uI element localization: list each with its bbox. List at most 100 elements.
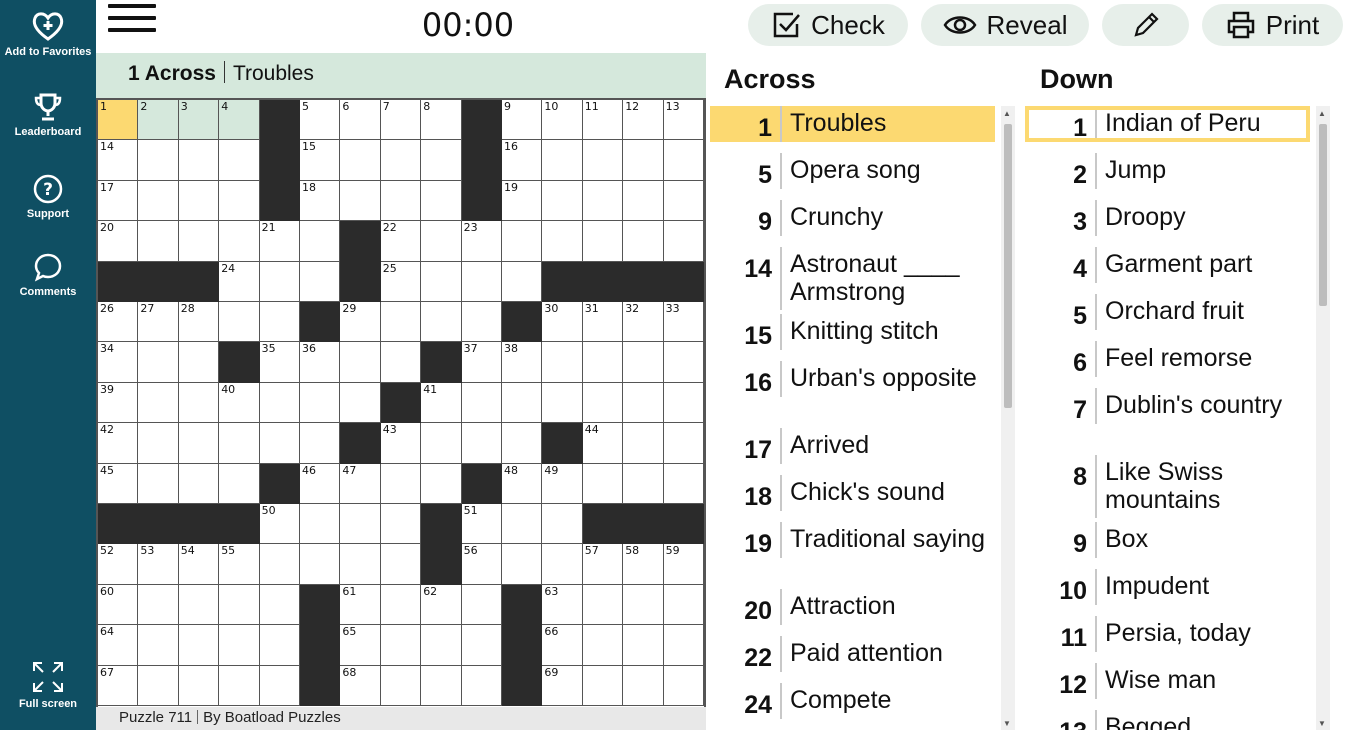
clue-item[interactable]: 5 Orchard fruit	[1025, 294, 1310, 330]
grid-cell[interactable]	[421, 463, 462, 504]
print-button[interactable]: Print	[1202, 4, 1343, 46]
grid-cell[interactable]	[138, 463, 179, 504]
grid-cell[interactable]	[663, 625, 704, 666]
grid-cell[interactable]	[421, 302, 462, 343]
grid-cell[interactable]	[421, 261, 462, 302]
grid-cell[interactable]: 30	[542, 302, 583, 343]
grid-cell[interactable]	[340, 140, 381, 181]
grid-cell[interactable]	[380, 302, 422, 343]
grid-cell[interactable]	[380, 342, 422, 383]
grid-cell[interactable]: 32	[623, 302, 664, 343]
grid-cell[interactable]: 52	[98, 544, 139, 585]
grid-cell[interactable]	[380, 544, 422, 585]
grid-cell[interactable]: 36	[300, 342, 341, 383]
grid-cell[interactable]: 55	[219, 544, 260, 585]
grid-cell[interactable]: 46	[300, 463, 341, 504]
clue-item[interactable]: 10 Impudent	[1025, 569, 1310, 605]
grid-cell[interactable]	[663, 180, 704, 222]
grid-cell[interactable]: 15	[300, 140, 341, 181]
grid-cell[interactable]: 31	[582, 302, 624, 343]
grid-cell[interactable]	[542, 382, 583, 424]
grid-cell[interactable]	[178, 625, 220, 666]
grid-cell[interactable]	[380, 463, 422, 504]
clue-item[interactable]: 11 Persia, today	[1025, 616, 1310, 652]
grid-cell[interactable]	[259, 584, 300, 626]
grid-cell[interactable]	[138, 382, 179, 424]
grid-cell[interactable]	[461, 665, 502, 706]
grid-cell[interactable]	[623, 382, 664, 424]
grid-cell[interactable]: 33	[663, 302, 704, 343]
grid-cell[interactable]: 18	[300, 180, 341, 222]
grid-cell[interactable]	[421, 625, 462, 666]
grid-cell[interactable]: 25	[380, 261, 422, 302]
grid-cell[interactable]	[461, 423, 502, 464]
clue-item[interactable]: 20 Attraction	[710, 589, 995, 625]
grid-cell[interactable]	[138, 140, 179, 181]
grid-cell[interactable]	[380, 625, 422, 666]
grid-cell[interactable]: 42	[98, 423, 139, 464]
grid-cell[interactable]: 28	[178, 302, 220, 343]
grid-cell[interactable]	[461, 261, 502, 302]
grid-cell[interactable]	[623, 221, 664, 262]
clue-item[interactable]: 14 Astronaut ____ Armstrong	[710, 247, 995, 310]
grid-cell[interactable]: 44	[582, 423, 624, 464]
grid-cell[interactable]: 21	[259, 221, 300, 262]
down-scrollbar[interactable]: ▲ ▼	[1316, 106, 1330, 730]
grid-cell[interactable]	[219, 423, 260, 464]
grid-cell[interactable]	[461, 625, 502, 666]
grid-cell[interactable]	[421, 665, 462, 706]
grid-cell[interactable]	[300, 261, 341, 302]
across-scrollbar[interactable]: ▲ ▼	[1001, 106, 1015, 730]
grid-cell[interactable]	[300, 382, 341, 424]
grid-cell[interactable]: 62	[421, 584, 462, 626]
grid-cell[interactable]	[178, 342, 220, 383]
grid-cell[interactable]	[582, 463, 624, 504]
grid-cell[interactable]	[663, 423, 704, 464]
grid-cell[interactable]	[380, 665, 422, 706]
grid-cell[interactable]: 7	[380, 100, 422, 141]
grid-cell[interactable]	[542, 140, 583, 181]
leaderboard-button[interactable]: Leaderboard	[0, 92, 96, 138]
clue-item[interactable]: 12 Wise man	[1025, 663, 1310, 699]
grid-cell[interactable]	[623, 584, 664, 626]
grid-cell[interactable]: 38	[502, 342, 543, 383]
grid-cell[interactable]	[623, 180, 664, 222]
grid-cell[interactable]: 61	[340, 584, 381, 626]
grid-cell[interactable]: 40	[219, 382, 260, 424]
grid-cell[interactable]	[219, 625, 260, 666]
clue-item[interactable]: 3 Droopy	[1025, 200, 1310, 236]
grid-cell[interactable]: 48	[502, 463, 543, 504]
reveal-button[interactable]: Reveal	[921, 4, 1089, 46]
clue-item[interactable]: 5 Opera song	[710, 153, 995, 189]
grid-cell[interactable]	[178, 423, 220, 464]
grid-cell[interactable]: 16	[502, 140, 543, 181]
clue-item[interactable]: 19 Traditional saying	[710, 522, 995, 558]
grid-cell[interactable]	[542, 221, 583, 262]
grid-cell[interactable]	[340, 544, 381, 585]
grid-cell[interactable]: 2	[138, 100, 179, 141]
grid-cell[interactable]	[421, 180, 462, 222]
clue-item[interactable]: 13Begged	[1025, 710, 1310, 730]
grid-cell[interactable]: 68	[340, 665, 381, 706]
grid-cell[interactable]	[380, 504, 422, 545]
grid-cell[interactable]	[461, 382, 502, 424]
grid-cell[interactable]: 41	[421, 382, 462, 424]
grid-cell[interactable]	[663, 140, 704, 181]
grid-cell[interactable]	[340, 342, 381, 383]
grid-cell[interactable]: 6	[340, 100, 381, 141]
clue-item[interactable]: 9 Box	[1025, 522, 1310, 558]
grid-cell[interactable]	[582, 584, 624, 626]
support-button[interactable]: ? Support	[0, 174, 96, 220]
grid-cell[interactable]: 29	[340, 302, 381, 343]
clue-item[interactable]: 2 Jump	[1025, 153, 1310, 189]
grid-cell[interactable]: 24	[219, 261, 260, 302]
grid-cell[interactable]: 64	[98, 625, 139, 666]
grid-cell[interactable]	[138, 342, 179, 383]
grid-cell[interactable]: 57	[582, 544, 624, 585]
grid-cell[interactable]	[502, 423, 543, 464]
grid-cell[interactable]: 17	[98, 180, 139, 222]
grid-cell[interactable]	[663, 463, 704, 504]
grid-cell[interactable]	[582, 221, 624, 262]
grid-cell[interactable]: 14	[98, 140, 139, 181]
grid-cell[interactable]	[138, 423, 179, 464]
